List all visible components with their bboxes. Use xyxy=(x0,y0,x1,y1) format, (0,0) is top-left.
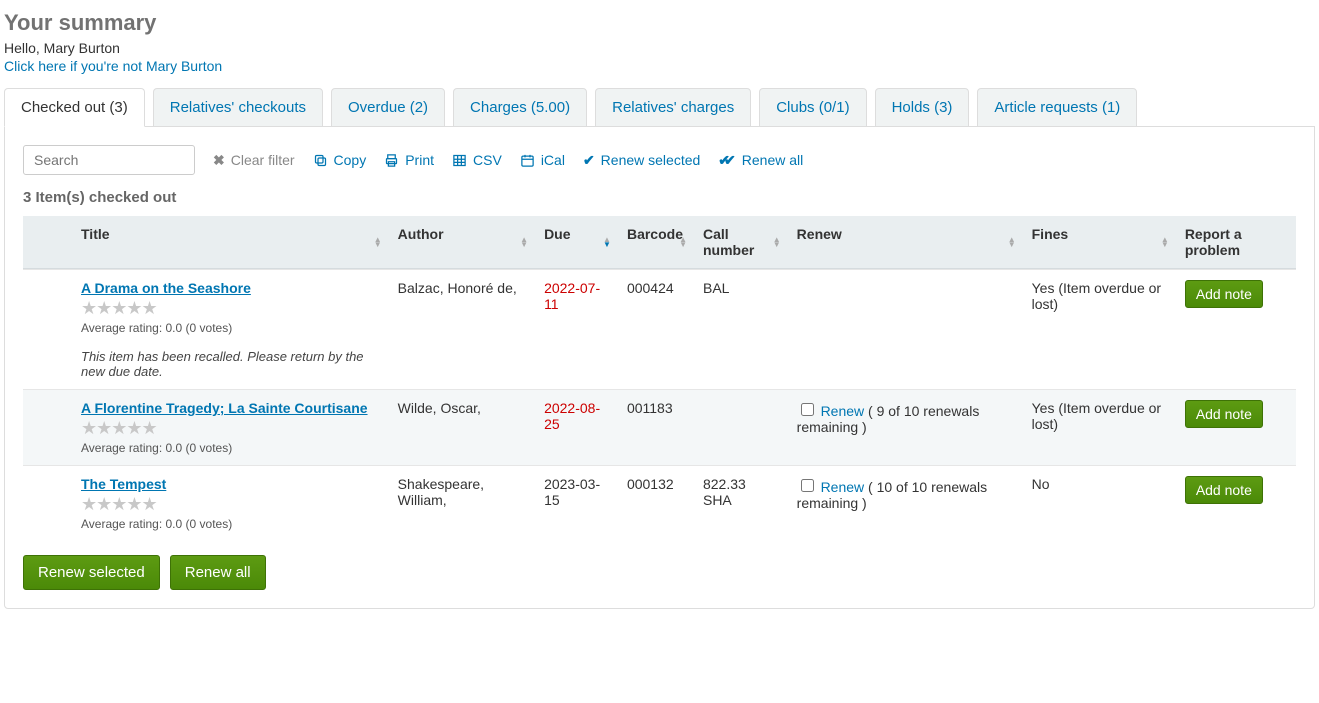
item-title-link[interactable]: The Tempest xyxy=(81,476,166,492)
rating-text: Average rating: 0.0 (0 votes) xyxy=(81,441,378,455)
callnumber-cell: 822.33 SHA xyxy=(693,465,787,541)
renew-selected-link[interactable]: ✔ Renew selected xyxy=(583,152,700,169)
checkouts-table: Title▲▼ Author▲▼ Due▲▼ Barcode▲▼ Call nu… xyxy=(23,216,1296,541)
copy-icon xyxy=(313,153,328,168)
ical-label: iCal xyxy=(541,152,565,168)
col-title[interactable]: Title▲▼ xyxy=(71,216,388,269)
item-title-link[interactable]: A Florentine Tragedy; La Sainte Courtisa… xyxy=(81,400,368,416)
col-report: Report a problem xyxy=(1175,216,1296,269)
fines-cell: No xyxy=(1022,465,1175,541)
col-barcode[interactable]: Barcode▲▼ xyxy=(617,216,693,269)
check-icon: ✔ xyxy=(583,152,595,169)
calendar-icon xyxy=(520,153,535,168)
list-heading: 3 Item(s) checked out xyxy=(23,189,1296,206)
renew-link[interactable]: Renew xyxy=(821,403,865,419)
renew-cell: Renew ( 10 of 10 renewals remaining ) xyxy=(787,465,1022,541)
tab-0[interactable]: Checked out (3) xyxy=(4,88,145,127)
col-renew-label: Renew xyxy=(797,226,842,242)
renew-selected-button[interactable]: Renew selected xyxy=(23,555,160,590)
callnumber-cell xyxy=(693,389,787,465)
clear-filter-button[interactable]: ✖ Clear filter xyxy=(213,152,295,169)
col-fines[interactable]: Fines▲▼ xyxy=(1022,216,1175,269)
tab-5[interactable]: Clubs (0/1) xyxy=(759,88,866,127)
callnumber-cell: BAL xyxy=(693,269,787,389)
author-cell: Balzac, Honoré de, xyxy=(388,269,534,389)
table-row: A Drama on the Seashore ★★★★★ Average rati… xyxy=(23,269,1296,389)
author-cell: Wilde, Oscar, xyxy=(388,389,534,465)
report-cell: Add note xyxy=(1175,465,1296,541)
checkouts-panel: ✖ Clear filter Copy Print CSV iCal ✔ Ren… xyxy=(4,126,1315,609)
renew-cell xyxy=(787,269,1022,389)
col-due-label: Due xyxy=(544,226,570,242)
close-icon: ✖ xyxy=(213,152,225,169)
col-fines-label: Fines xyxy=(1032,226,1069,242)
renew-checkbox[interactable] xyxy=(801,479,814,492)
due-cell: 2023-03-15 xyxy=(534,465,617,541)
table-row: A Florentine Tragedy; La Sainte Courtisa… xyxy=(23,389,1296,465)
star-rating[interactable]: ★★★★★ xyxy=(81,494,378,515)
col-author-label: Author xyxy=(398,226,444,242)
print-button[interactable]: Print xyxy=(384,152,434,168)
greeting: Hello, Mary Burton xyxy=(4,40,1315,56)
report-cell: Add note xyxy=(1175,389,1296,465)
col-renew[interactable]: Renew▲▼ xyxy=(787,216,1022,269)
add-note-button[interactable]: Add note xyxy=(1185,400,1263,428)
renew-selected-label: Renew selected xyxy=(601,152,701,168)
report-cell: Add note xyxy=(1175,269,1296,389)
tab-4[interactable]: Relatives' charges xyxy=(595,88,751,127)
table-row: The Tempest ★★★★★ Average rating: 0.0 (0 v… xyxy=(23,465,1296,541)
col-barcode-label: Barcode xyxy=(627,226,683,242)
col-call-number[interactable]: Call number▲▼ xyxy=(693,216,787,269)
renew-link[interactable]: Renew xyxy=(821,479,865,495)
author-cell: Shakespeare, William, xyxy=(388,465,534,541)
print-label: Print xyxy=(405,152,434,168)
rating-text: Average rating: 0.0 (0 votes) xyxy=(81,321,378,335)
barcode-cell: 000424 xyxy=(617,269,693,389)
col-author[interactable]: Author▲▼ xyxy=(388,216,534,269)
renew-all-link[interactable]: ✔✔ Renew all xyxy=(718,152,803,169)
due-cell: 2022-08-25 xyxy=(534,389,617,465)
renew-cell: Renew ( 9 of 10 renewals remaining ) xyxy=(787,389,1022,465)
col-report-label: Report a problem xyxy=(1185,226,1242,258)
renew-all-label: Renew all xyxy=(742,152,803,168)
barcode-cell: 000132 xyxy=(617,465,693,541)
footer-buttons: Renew selected Renew all xyxy=(23,555,1296,590)
copy-button[interactable]: Copy xyxy=(313,152,367,168)
barcode-cell: 001183 xyxy=(617,389,693,465)
search-input[interactable] xyxy=(23,145,195,175)
renew-checkbox[interactable] xyxy=(801,403,814,416)
rating-text: Average rating: 0.0 (0 votes) xyxy=(81,517,378,531)
tabs: Checked out (3)Relatives' checkoutsOverd… xyxy=(4,88,1315,127)
renew-all-button[interactable]: Renew all xyxy=(170,555,266,590)
copy-label: Copy xyxy=(334,152,367,168)
item-title-link[interactable]: A Drama on the Seashore xyxy=(81,280,251,296)
tab-6[interactable]: Holds (3) xyxy=(875,88,970,127)
page-title: Your summary xyxy=(4,10,1315,36)
col-call-label: Call number xyxy=(703,226,754,258)
ical-button[interactable]: iCal xyxy=(520,152,565,168)
tab-2[interactable]: Overdue (2) xyxy=(331,88,445,127)
due-cell: 2022-07-11 xyxy=(534,269,617,389)
table-icon xyxy=(452,153,467,168)
star-rating[interactable]: ★★★★★ xyxy=(81,298,378,319)
fines-cell: Yes (Item overdue or lost) xyxy=(1022,269,1175,389)
switch-user-link[interactable]: Click here if you're not Mary Burton xyxy=(4,58,222,74)
fines-cell: Yes (Item overdue or lost) xyxy=(1022,389,1175,465)
csv-label: CSV xyxy=(473,152,502,168)
clear-filter-label: Clear filter xyxy=(231,152,295,168)
recall-note: This item has been recalled. Please retu… xyxy=(81,349,378,379)
col-due[interactable]: Due▲▼ xyxy=(534,216,617,269)
print-icon xyxy=(384,153,399,168)
add-note-button[interactable]: Add note xyxy=(1185,280,1263,308)
csv-button[interactable]: CSV xyxy=(452,152,502,168)
add-note-button[interactable]: Add note xyxy=(1185,476,1263,504)
col-title-label: Title xyxy=(81,226,110,242)
star-rating[interactable]: ★★★★★ xyxy=(81,418,378,439)
double-check-icon: ✔✔ xyxy=(718,152,729,169)
tab-3[interactable]: Charges (5.00) xyxy=(453,88,587,127)
tab-1[interactable]: Relatives' checkouts xyxy=(153,88,323,127)
toolbar: ✖ Clear filter Copy Print CSV iCal ✔ Ren… xyxy=(23,145,1296,175)
tab-7[interactable]: Article requests (1) xyxy=(977,88,1137,127)
